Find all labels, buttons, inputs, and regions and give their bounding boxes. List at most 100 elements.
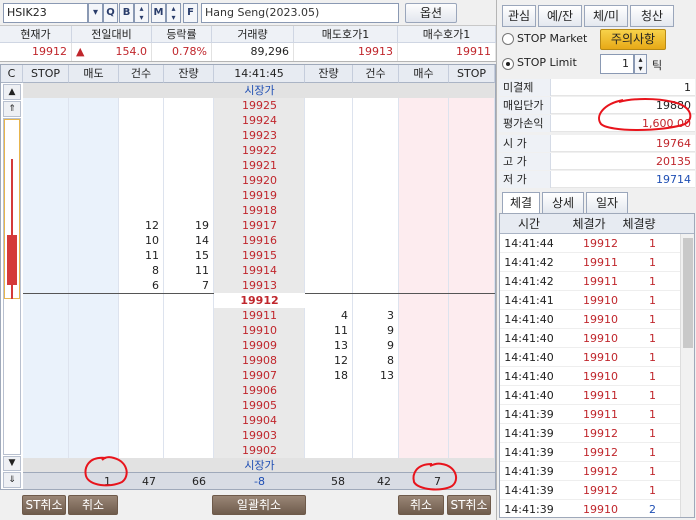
b-spinner-icon[interactable]: ▴ ▾: [134, 3, 149, 23]
subtab-daily[interactable]: 일자: [586, 192, 628, 214]
grid-header-sell: 매도: [69, 65, 119, 83]
price-level: 19911: [242, 309, 277, 322]
bid-qty: 18: [334, 369, 348, 382]
fill-time: 14:41:44: [504, 237, 554, 250]
fill-time: 14:41:39: [504, 408, 554, 421]
tick-spinner-icon[interactable]: ▴ ▾: [634, 54, 647, 74]
fill-qty: 1: [649, 484, 656, 497]
m-button[interactable]: M: [151, 3, 166, 23]
price-level: 19910: [242, 324, 277, 337]
stop-market-label: STOP Market: [517, 32, 588, 45]
fill-row: 14:41:40 19910 1: [500, 329, 680, 348]
fill-row: 14:41:42 19911 1: [500, 253, 680, 272]
price-level: 19909: [242, 339, 277, 352]
price-level: 19915: [242, 249, 277, 262]
fill-price: 19912: [583, 446, 618, 459]
fill-row: 14:41:42 19911 1: [500, 272, 680, 291]
fill-time: 14:41:42: [504, 256, 554, 269]
stop-limit-radio[interactable]: [502, 58, 514, 70]
buy-order-column[interactable]: [399, 83, 449, 473]
ohl-row-open: 시 가 19764: [499, 135, 695, 152]
fill-time: 14:41:39: [504, 465, 554, 478]
fill-row: 14:41:39 19912 1: [500, 462, 680, 481]
current-price-level: 19912: [214, 293, 305, 308]
buy-qty-column: [305, 83, 353, 473]
instrument-name: Hang Seng(2023.05): [201, 3, 399, 23]
subtab-fills[interactable]: 체결: [502, 192, 540, 214]
fill-row: 14:41:39 19912 1: [500, 424, 680, 443]
st-cancel-left-button[interactable]: ST취소: [22, 495, 66, 515]
search-icon[interactable]: Q: [103, 3, 118, 23]
ohl-value: 20135: [656, 155, 691, 168]
symbol-dropdown-icon[interactable]: ▾: [88, 3, 103, 23]
options-button[interactable]: 옵션: [405, 3, 457, 23]
fills-scrollbar[interactable]: [680, 234, 694, 517]
price-level: 19918: [242, 204, 277, 217]
ask-count: 11: [145, 249, 159, 262]
right-panel: 관심 예/잔 체/미 청산 STOP Market 주의사항 STOP Limi…: [496, 0, 696, 520]
fill-qty: 1: [649, 332, 656, 345]
tab-fills-pending[interactable]: 체/미: [584, 5, 628, 27]
tick-input[interactable]: 1: [600, 54, 634, 74]
stop-market-radio[interactable]: [502, 33, 514, 45]
market-label-bottom[interactable]: 시장가: [214, 458, 305, 473]
ohl-label: 고 가: [499, 153, 551, 170]
quote-header-bid1: 매수호가1: [398, 26, 496, 43]
cancel-left-button[interactable]: 취소: [68, 495, 118, 515]
price-level: 19924: [242, 114, 277, 127]
cancel-all-button[interactable]: 일괄취소: [212, 495, 306, 515]
scroll-top-icon[interactable]: ⇑: [3, 101, 21, 117]
st-cancel-right-button[interactable]: ST취소: [447, 495, 491, 515]
tick-unit-label: 틱: [652, 59, 663, 72]
price-level: 19923: [242, 129, 277, 142]
grid-header-buy-qty: 잔량: [305, 65, 353, 83]
fill-price: 19912: [583, 427, 618, 440]
ask-qty: 7: [202, 279, 209, 292]
fill-qty: 1: [649, 427, 656, 440]
fill-row: 14:41:39 19912 1: [500, 481, 680, 500]
ohl-row-low: 저 가 19714: [499, 171, 695, 188]
mini-candle-track[interactable]: [3, 118, 21, 455]
scroll-bottom-icon[interactable]: ⇓: [3, 472, 21, 488]
b-button[interactable]: B: [119, 3, 134, 23]
price-level: 19917: [242, 219, 277, 232]
market-label-top[interactable]: 시장가: [214, 83, 305, 98]
fills-scroll-thumb[interactable]: [683, 238, 693, 348]
cancel-right-button[interactable]: 취소: [398, 495, 444, 515]
tab-deposit[interactable]: 예/잔: [538, 5, 582, 27]
fill-time: 14:41:42: [504, 275, 554, 288]
info-label: 평가손익: [499, 115, 551, 132]
fill-row: 14:41:40 19910 1: [500, 348, 680, 367]
quote-change-cell: ▲ 154.0: [72, 43, 152, 61]
fill-price: 19910: [583, 351, 618, 364]
bid-count: 8: [387, 354, 394, 367]
scroll-up-icon[interactable]: ▲: [3, 84, 21, 100]
grid-corner[interactable]: C: [1, 65, 23, 83]
m-spinner-icon[interactable]: ▴ ▾: [166, 3, 181, 23]
ask-count: 6: [152, 279, 159, 292]
subtab-detail[interactable]: 상세: [542, 192, 584, 214]
annotation-circle-pnl: [598, 98, 692, 131]
info-label: 미결제: [499, 79, 551, 96]
fill-qty: 1: [649, 256, 656, 269]
annotation-circle-sell: [84, 456, 128, 487]
buy-stop-column[interactable]: [449, 83, 495, 473]
tab-liquidate[interactable]: 청산: [630, 5, 674, 27]
bid-count: 9: [387, 339, 394, 352]
fill-price: 19911: [583, 408, 618, 421]
fill-row: 14:41:39 19911 1: [500, 405, 680, 424]
symbol-input[interactable]: HSIK23: [3, 3, 88, 23]
price-level: 19916: [242, 234, 277, 247]
ask-count: 8: [152, 264, 159, 277]
quote-header-change: 전일대비: [72, 26, 152, 43]
ohl-row-high: 고 가 20135: [499, 153, 695, 170]
ask-count: 12: [145, 219, 159, 232]
sell-order-column[interactable]: [69, 83, 119, 473]
sell-stop-column[interactable]: [23, 83, 69, 473]
f-button[interactable]: F: [183, 3, 198, 23]
scroll-down-icon[interactable]: ▼: [3, 456, 21, 471]
caution-button[interactable]: 주의사항: [600, 29, 666, 50]
fill-price: 19911: [583, 256, 618, 269]
fill-time: 14:41:40: [504, 332, 554, 345]
tab-watchlist[interactable]: 관심: [502, 5, 536, 27]
